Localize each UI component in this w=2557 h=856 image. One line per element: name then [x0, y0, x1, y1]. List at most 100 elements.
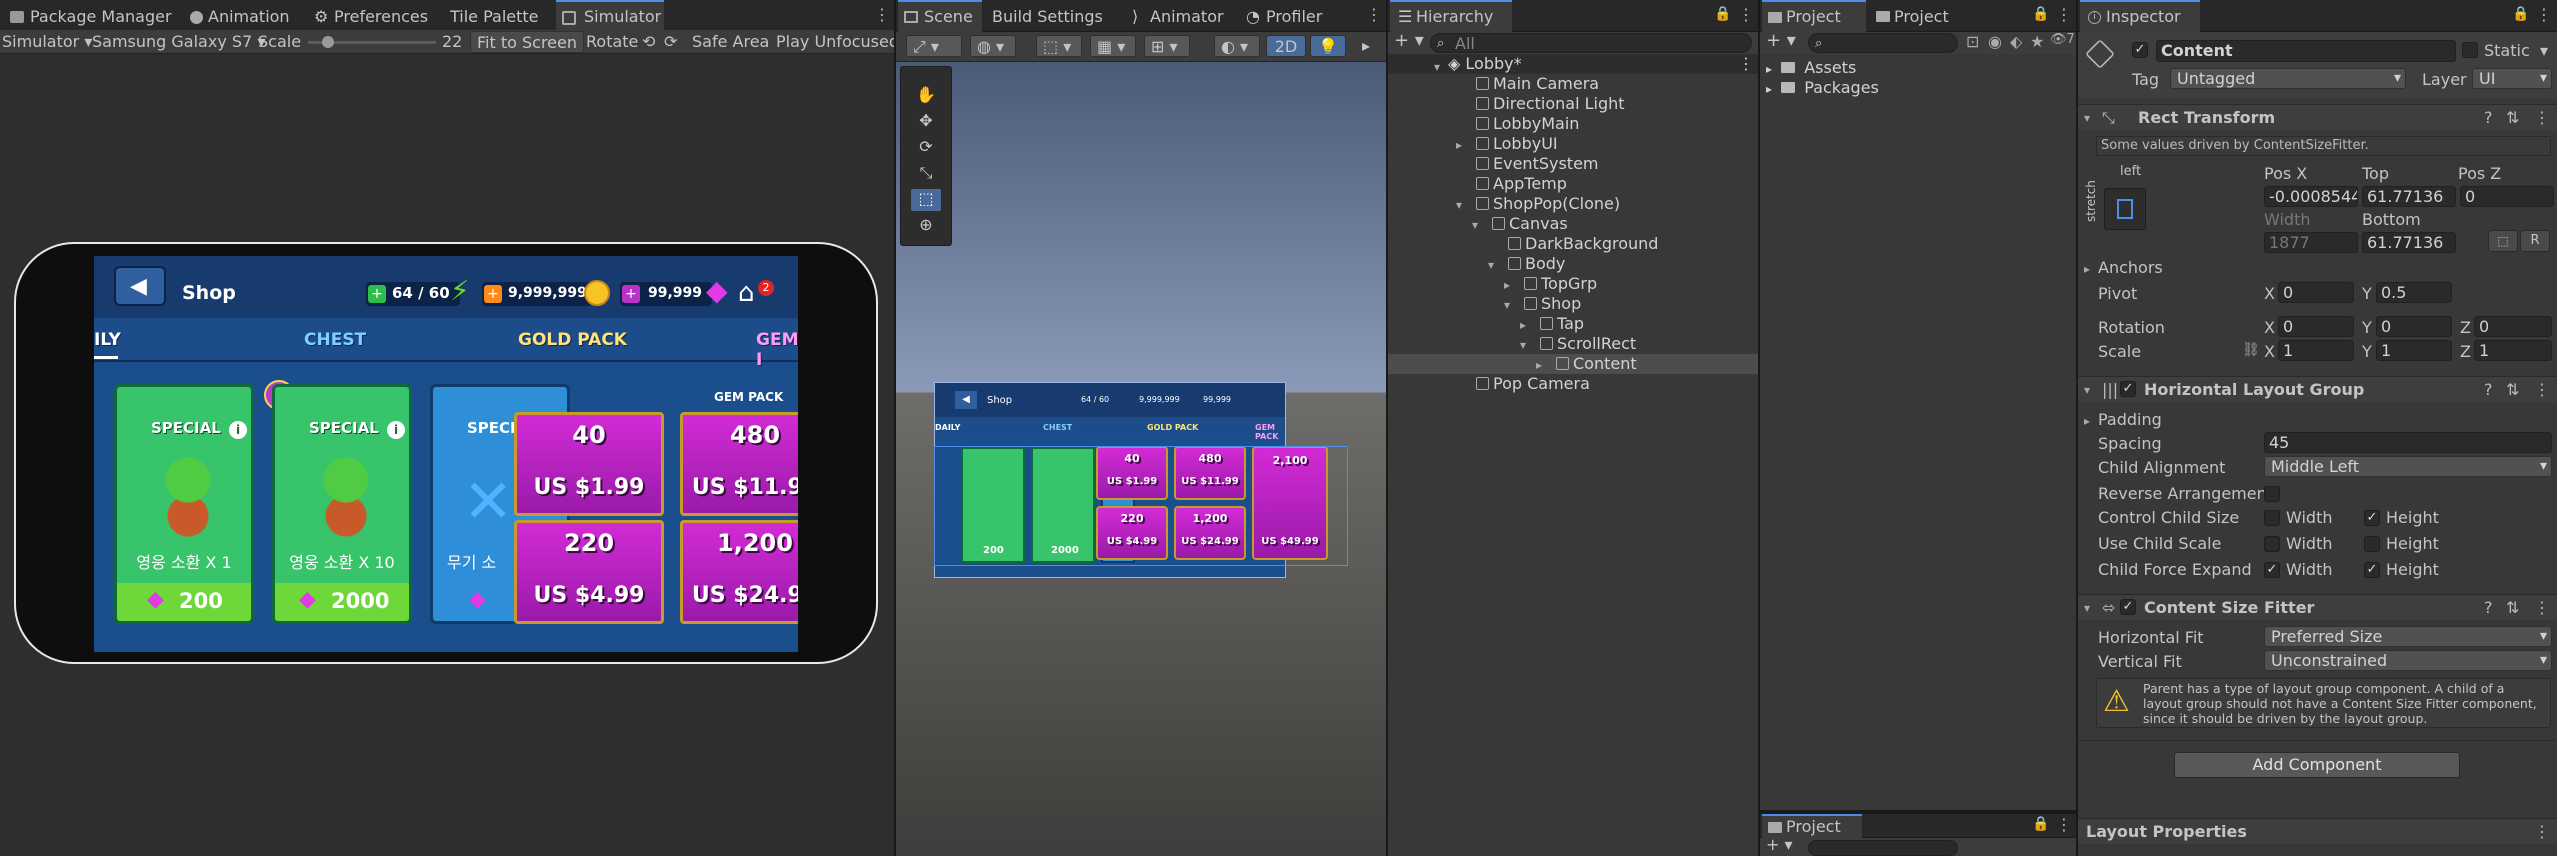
raw-edit-button[interactable]: R	[2520, 230, 2550, 252]
tab-scene[interactable]: Scene	[898, 0, 982, 32]
blueprint-mode-button[interactable]: ⬚	[2488, 230, 2518, 252]
tree-item-apptemp[interactable]: AppTemp	[1476, 174, 1567, 194]
tree-item-shoppop[interactable]: ShopPop(Clone)	[1476, 194, 1620, 214]
back-arrow-icon[interactable]: ◀	[955, 391, 977, 409]
pos-z-field[interactable]: 0	[2460, 186, 2554, 207]
hierarchy-search-input[interactable]: ⌕ All	[1430, 33, 1752, 53]
more-options-icon[interactable]: ⋮	[2534, 108, 2550, 127]
gem-pack-480[interactable]: 480 US $11.99	[680, 412, 798, 516]
info-icon[interactable]: i	[229, 421, 247, 439]
pos-x-field[interactable]: -0.0008544	[2264, 186, 2358, 207]
price-bar[interactable]: ◆ 200	[117, 583, 251, 621]
tree-item-shop[interactable]: Shop	[1524, 294, 1581, 314]
tree-item-scrollrect[interactable]: ScrollRect	[1540, 334, 1636, 354]
rotation-z-field[interactable]: 0	[2474, 316, 2552, 337]
lighting-icon[interactable]: 💡	[1310, 35, 1346, 57]
static-dropdown-icon[interactable]: ▾	[2540, 41, 2548, 60]
link-icon[interactable]: ⛓	[2242, 342, 2260, 358]
scale-slider-handle[interactable]	[322, 36, 334, 48]
expand-arrow-icon[interactable]: ▸	[1766, 62, 1772, 76]
more-options-icon[interactable]: ⋮	[2056, 814, 2072, 836]
global-dropdown[interactable]: ◍ ▾	[970, 35, 1016, 57]
active-checkbox[interactable]: ✓	[2132, 42, 2148, 58]
tab-inspector[interactable]: i Inspector	[2080, 0, 2200, 32]
preset-icon[interactable]: ⇅	[2506, 380, 2519, 399]
tab-tile-palette[interactable]: Tile Palette	[450, 2, 550, 32]
tree-item-canvas[interactable]: Canvas	[1492, 214, 1568, 234]
lock-icon[interactable]: 🔒	[2032, 6, 2049, 22]
fit-to-screen-button[interactable]: Fit to Screen	[470, 31, 584, 53]
rotate-tool-icon[interactable]: ⟳	[911, 137, 941, 159]
project-bottom-search-input[interactable]	[1808, 840, 1958, 856]
transform-tool-icon[interactable]: ⊕	[911, 215, 941, 237]
game-screen[interactable]: ◀ Shop + 64 / 60 ⚡ + 9,999,999 + 99,999 …	[94, 256, 798, 652]
top-field[interactable]: 61.77136	[2362, 186, 2456, 207]
child-alignment-dropdown[interactable]: Middle Left	[2264, 456, 2552, 477]
preview-tab[interactable]: CHEST	[1043, 423, 1072, 432]
collapse-arrow-icon[interactable]: ▾	[2084, 601, 2090, 615]
use-scale-height-checkbox[interactable]	[2364, 536, 2380, 552]
reverse-arrangement-checkbox[interactable]	[2264, 486, 2280, 502]
force-expand-height-checkbox[interactable]: ✓	[2364, 562, 2380, 578]
tab-project[interactable]: Project	[1762, 0, 1866, 32]
preview-tab[interactable]: DAILY	[935, 423, 960, 432]
project-folder-packages[interactable]: ▸ Packages	[1766, 78, 1879, 98]
filter-label-icon[interactable]: ◉	[1988, 32, 2002, 51]
expand-arrow-icon[interactable]: ▸	[1536, 358, 1542, 372]
more-options-icon[interactable]: ⋮	[2056, 4, 2072, 26]
expand-arrow-icon[interactable]: ▾	[1434, 57, 1440, 77]
help-icon[interactable]: ?	[2484, 598, 2493, 617]
info-icon[interactable]: i	[387, 421, 405, 439]
hidden-count-icon[interactable]: 👁7	[2050, 32, 2075, 47]
object-name-field[interactable]: Content	[2156, 40, 2456, 62]
collapse-arrow-icon[interactable]: ▾	[2084, 111, 2090, 125]
rotation-x-field[interactable]: 0	[2278, 316, 2354, 337]
tree-item-tap[interactable]: Tap	[1540, 314, 1584, 334]
mode-2d-button[interactable]: 2D	[1266, 35, 1306, 57]
hero-summon-10-card[interactable]: SPECIAL i 영웅 소환 X 10 ◆ 2000	[272, 384, 412, 624]
csf-header[interactable]: ▾ ⬄ ✓ Content Size Fitter ? ⇅ ⋮	[2078, 594, 2557, 620]
rect-tool-icon[interactable]: ⬚	[911, 189, 941, 211]
audio-icon[interactable]: ▸	[1362, 35, 1370, 57]
snap-dropdown[interactable]: ⬚ ▾	[1036, 35, 1082, 57]
spacing-field[interactable]: 45	[2264, 432, 2552, 453]
tab-daily[interactable]: ILY	[94, 330, 121, 350]
expand-arrow-icon[interactable]: ▸	[2084, 262, 2090, 276]
expand-arrow-icon[interactable]: ▸	[2084, 414, 2090, 428]
back-button[interactable]: ◀	[114, 266, 166, 306]
scale-y-field[interactable]: 1	[2376, 340, 2452, 361]
layout-properties-bar[interactable]: Layout Properties ⋮	[2078, 818, 2557, 844]
expand-arrow-icon[interactable]: ▸	[1520, 318, 1526, 332]
more-options-icon[interactable]: ⋮	[1738, 54, 1754, 74]
transform-tool-dropdown[interactable]: ⤢ ▾	[906, 35, 962, 57]
scale-x-field[interactable]: 1	[2278, 340, 2354, 361]
rect-transform-header[interactable]: ▾ ⤡ Rect Transform ? ⇅ ⋮	[2078, 104, 2557, 130]
add-icon[interactable]: + ▾	[1766, 30, 1796, 51]
tag-icon[interactable]: ⬖	[2010, 32, 2022, 51]
tree-item-pop-camera[interactable]: Pop Camera	[1476, 374, 1590, 394]
tab-profiler[interactable]: ◔ Profiler	[1246, 2, 1322, 32]
tab-package-manager[interactable]: Package Manager	[2, 2, 182, 32]
pivot-y-field[interactable]: 0.5	[2376, 282, 2452, 303]
tab-gold-pack[interactable]: GOLD PACK	[518, 330, 627, 350]
collapse-arrow-icon[interactable]: ▾	[2084, 383, 2090, 397]
scale-tool-icon[interactable]: ⤡	[911, 163, 941, 185]
scene-viewport[interactable]: ✋ ✥ ⟳ ⤡ ⬚ ⊕ ◀ Shop 64 / 60 9,999,999 99,…	[896, 62, 1386, 856]
padding-label[interactable]: Padding	[2098, 410, 2162, 429]
tree-item-main-camera[interactable]: Main Camera	[1476, 74, 1599, 94]
tab-chest[interactable]: CHEST	[304, 330, 366, 350]
add-icon[interactable]: + ▾	[1394, 30, 1424, 51]
static-checkbox[interactable]	[2462, 42, 2478, 58]
grid-dropdown[interactable]: ▦ ▾	[1090, 35, 1136, 57]
tree-item-content[interactable]: Content	[1556, 354, 1637, 374]
expand-arrow-icon[interactable]: ▾	[1472, 218, 1478, 232]
tab-animator[interactable]: ⟩ Animator	[1132, 2, 1224, 32]
expand-arrow-icon[interactable]: ▸	[1766, 82, 1772, 96]
more-options-icon[interactable]: ⋮	[2534, 598, 2550, 617]
rotate-left-icon[interactable]: ⟲	[642, 31, 655, 53]
anchor-preset-button[interactable]	[2104, 188, 2146, 230]
play-unfocused-button[interactable]: Play Unfocused	[776, 31, 894, 53]
mode-dropdown[interactable]: Simulator ▾	[2, 31, 92, 53]
pivot-x-field[interactable]: 0	[2278, 282, 2354, 303]
tree-item-topgrp[interactable]: TopGrp	[1524, 274, 1597, 294]
